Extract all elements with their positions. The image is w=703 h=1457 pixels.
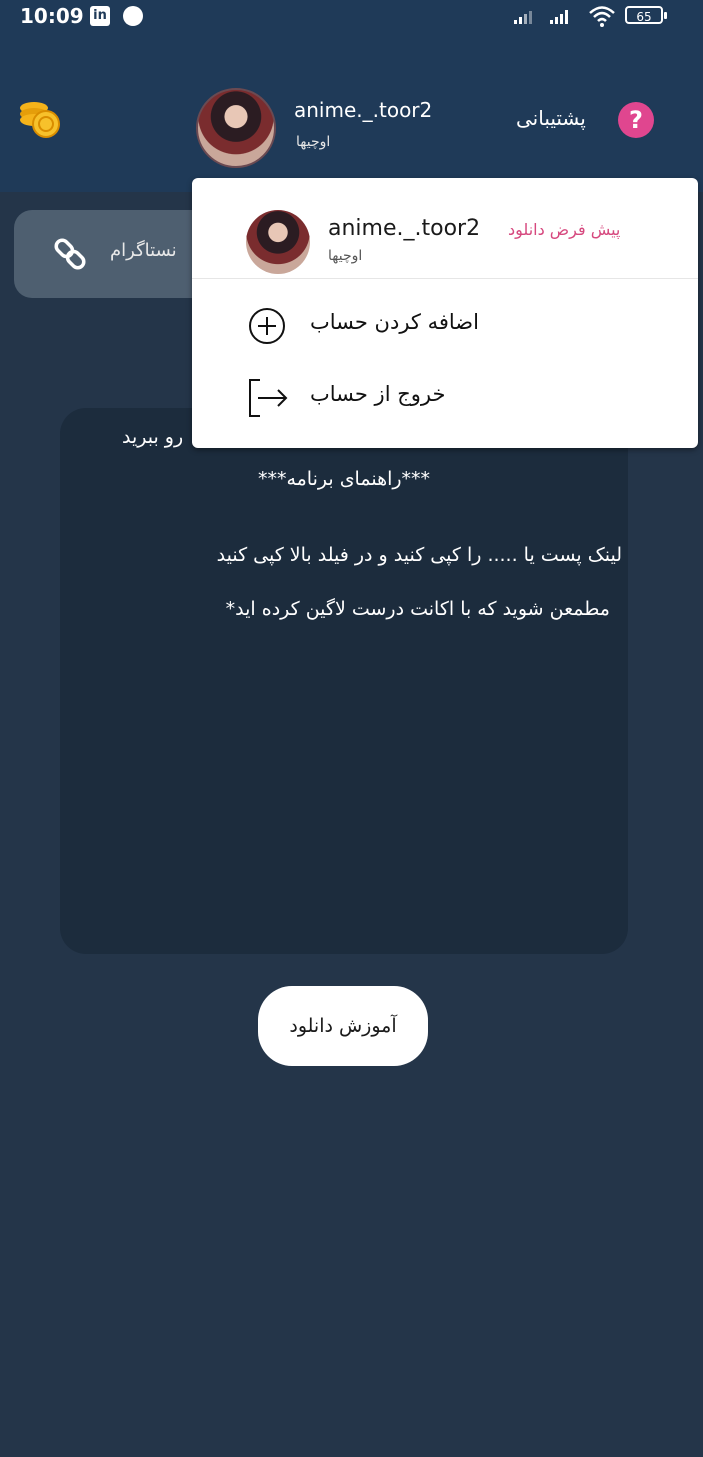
profile-avatar[interactable] bbox=[196, 88, 276, 168]
logout-item[interactable]: خروج از حساب bbox=[192, 368, 698, 428]
support-label[interactable]: پشتیبانی bbox=[516, 106, 586, 130]
add-account-item[interactable]: اضافه کردن حساب bbox=[192, 296, 698, 356]
battery-icon: 65 bbox=[625, 6, 667, 24]
add-account-label: اضافه کردن حساب bbox=[310, 310, 479, 334]
signal-icon bbox=[514, 8, 532, 24]
app-notification-icon bbox=[123, 6, 143, 26]
download-tutorial-button[interactable]: آموزش دانلود bbox=[258, 986, 428, 1066]
account-avatar bbox=[246, 210, 310, 274]
help-icon[interactable]: ? bbox=[618, 102, 654, 138]
wifi-icon bbox=[589, 6, 615, 27]
logout-icon bbox=[249, 379, 288, 417]
header-username[interactable]: anime._.toor2 bbox=[294, 98, 432, 122]
guide-title: ***راهنمای برنامه*** bbox=[257, 468, 431, 490]
account-subtitle: اوچیها bbox=[328, 248, 363, 264]
dropdown-account-row[interactable]: anime._.toor2 اوچیها پیش فرض دانلود bbox=[192, 178, 698, 279]
guide-line: لینک پست یا ..... را کپی کنید و در فیلد … bbox=[216, 544, 622, 566]
account-dropdown: anime._.toor2 اوچیها پیش فرض دانلود اضاف… bbox=[192, 178, 698, 448]
logout-label: خروج از حساب bbox=[310, 382, 446, 406]
guide-card: رو ببرید ***راهنمای برنامه*** لینک پست ی… bbox=[60, 408, 628, 954]
account-username: anime._.toor2 bbox=[328, 216, 481, 241]
link-icon[interactable] bbox=[50, 236, 90, 272]
guide-line: مطمعن شوید که با اکانت درست لاگین کرده ا… bbox=[225, 598, 610, 620]
header-subtitle: اوچیها bbox=[296, 134, 331, 150]
status-time: 10:09 bbox=[20, 4, 84, 28]
default-download-badge: پیش فرض دانلود bbox=[508, 220, 621, 239]
signal-icon bbox=[550, 8, 568, 24]
coins-icon[interactable] bbox=[16, 98, 64, 138]
app-header: anime._.toor2 اوچیها پشتیبانی ? bbox=[0, 36, 703, 192]
link-input-placeholder: نستاگرام bbox=[110, 240, 177, 261]
add-circle-icon bbox=[249, 308, 285, 344]
status-bar: 10:09 in 65 bbox=[0, 0, 703, 36]
linkedin-notification-icon: in bbox=[90, 6, 110, 26]
